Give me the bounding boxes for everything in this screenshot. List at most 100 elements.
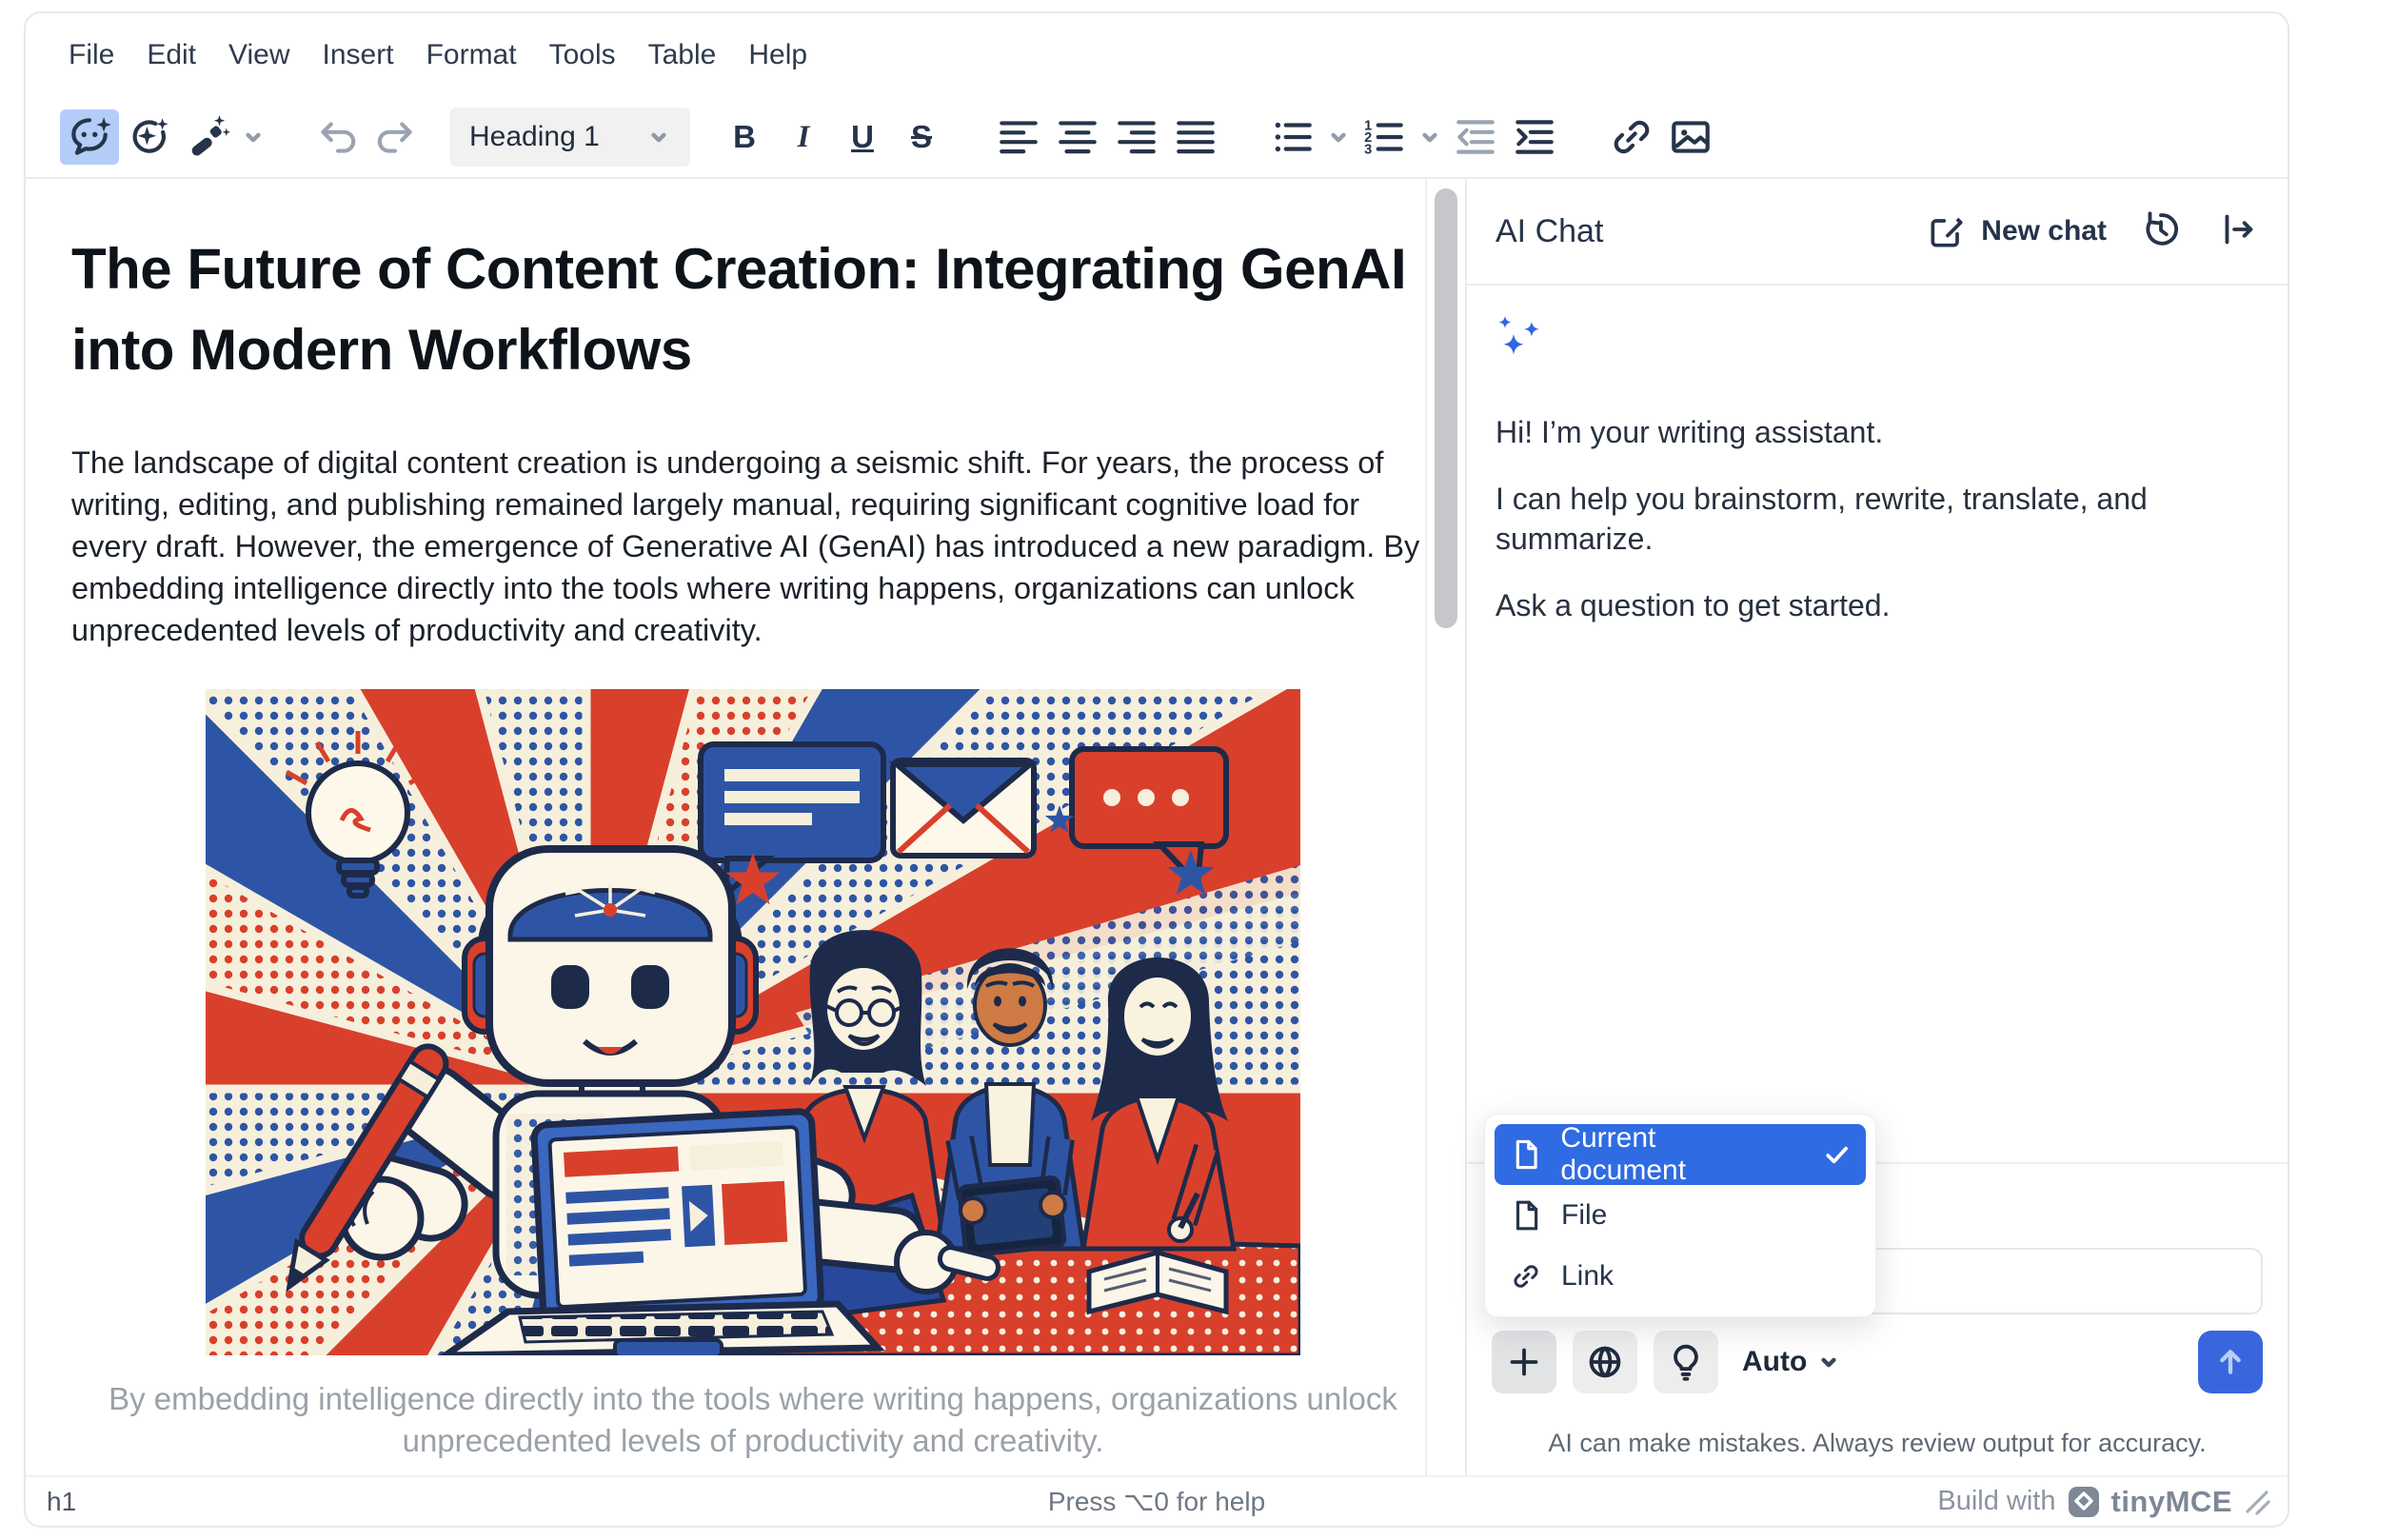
menu-file[interactable]: File [52,30,130,81]
menu-bar: File Edit View Insert Format Tools Table… [26,13,2288,97]
model-select[interactable]: Auto [1742,1346,1841,1378]
indent-button[interactable] [1505,109,1564,165]
bold-button[interactable]: B [715,109,774,165]
align-left-icon [995,113,1042,161]
ai-assistant-button[interactable] [60,109,119,165]
history-icon [2139,207,2183,251]
align-center-icon [1054,113,1101,161]
redo-button[interactable] [366,109,426,165]
block-format-select[interactable]: Heading 1 [450,108,690,167]
numbered-list-button[interactable]: 1 2 3 [1355,109,1414,165]
align-left-button[interactable] [989,109,1048,165]
menu-format[interactable]: Format [410,30,533,81]
menu-tools[interactable]: Tools [533,30,632,81]
context-dropdown-menu: Current document File [1484,1114,1876,1317]
bullet-list-button[interactable] [1263,109,1322,165]
underline-button[interactable]: U [833,109,892,165]
link-icon [1510,1260,1542,1293]
web-search-button[interactable] [1573,1331,1637,1393]
scrollbar-thumb[interactable] [1435,188,1457,628]
document-paragraph[interactable]: The landscape of digital content creatio… [71,442,1425,651]
chat-title: AI Chat [1496,213,1926,250]
menu-table[interactable]: Table [632,30,733,81]
toolbar: Heading 1 B I U S [26,97,2288,177]
align-center-button[interactable] [1048,109,1107,165]
branding[interactable]: Build with tinyMCE [1937,1485,2270,1519]
suggestions-button[interactable] [1654,1331,1718,1393]
bold-glyph: B [733,119,756,155]
indent-icon [1511,113,1558,161]
chat-message: I can help you brainstorm, rewrite, tran… [1496,479,2219,559]
magic-wand-icon [184,113,231,161]
resize-handle-icon[interactable] [2244,1489,2270,1515]
context-item-label: Current document [1560,1122,1784,1187]
chevron-down-icon [1816,1350,1841,1374]
bullet-list-icon [1269,113,1317,161]
image-caption[interactable]: By embedding intelligence directly into … [71,1378,1425,1462]
editor-window: File Edit View Insert Format Tools Table… [24,11,2289,1528]
editor-header: File Edit View Insert Format Tools Table… [26,13,2288,179]
context-item-current-document[interactable]: Current document [1495,1124,1866,1185]
chat-body: Hi! I’m your writing assistant. I can he… [1467,286,2288,654]
sparkles-icon [1496,314,1547,365]
ai-shortcuts-button[interactable] [119,109,178,165]
chat-history-button[interactable] [2139,207,2183,256]
ai-wand-button[interactable] [178,109,237,165]
numbered-list-icon: 1 2 3 [1360,113,1408,161]
editor-content[interactable]: The Future of Content Creation: Integrat… [26,179,1425,1475]
strikethrough-button[interactable]: S [892,109,951,165]
align-right-icon [1113,113,1160,161]
collapse-right-icon [2215,207,2259,251]
status-bar: h1 Press ⌥0 for help Build with tinyMCE [26,1475,2288,1526]
align-justify-button[interactable] [1166,109,1225,165]
send-arrow-icon [2209,1340,2252,1384]
tinymce-logo-icon [2068,1486,2100,1518]
strikethrough-glyph: S [911,119,932,155]
ai-wand-dropdown-chevron[interactable] [237,109,269,165]
add-context-button[interactable] [1492,1331,1556,1393]
undo-button[interactable] [307,109,366,165]
plus-icon [1502,1340,1546,1384]
new-chat-label: New chat [1981,215,2107,247]
italic-button[interactable]: I [774,109,833,165]
ai-assistant-icon [66,113,113,161]
menu-view[interactable]: View [212,30,306,81]
italic-glyph: I [798,120,810,155]
align-right-button[interactable] [1107,109,1166,165]
chevron-down-icon [241,125,266,149]
bullet-list-dropdown-chevron[interactable] [1322,109,1355,165]
outdent-button[interactable] [1446,109,1505,165]
compose-icon [1926,210,1968,252]
element-path[interactable]: h1 [47,1487,76,1517]
send-button[interactable] [2198,1331,2263,1393]
underline-glyph: U [851,119,874,155]
editor-scrollbar [1425,179,1465,1475]
chat-message: Ask a question to get started. [1496,585,2219,625]
document-figure[interactable]: By embedding intelligence directly into … [71,689,1425,1462]
align-justify-icon [1172,113,1219,161]
context-item-link[interactable]: Link [1495,1246,1866,1307]
document-icon [1510,1138,1541,1171]
context-item-label: File [1561,1199,1607,1232]
numbered-list-dropdown-chevron[interactable] [1414,109,1446,165]
link-icon [1608,113,1655,161]
menu-help[interactable]: Help [732,30,823,81]
image-icon [1667,113,1714,161]
chat-controls: Auto [1492,1330,2263,1394]
insert-image-button[interactable] [1661,109,1720,165]
ai-shortcuts-icon [125,113,172,161]
document-title[interactable]: The Future of Content Creation: Integrat… [71,228,1423,390]
chat-header: AI Chat New chat [1467,179,2288,286]
chat-message: Hi! I’m your writing assistant. [1496,412,2219,452]
main-area: The Future of Content Creation: Integrat… [26,179,2288,1475]
outdent-icon [1452,113,1499,161]
context-item-label: Link [1561,1260,1614,1293]
globe-icon [1583,1340,1627,1384]
context-item-file[interactable]: File [1495,1185,1866,1246]
document-image[interactable] [206,689,1300,1355]
menu-edit[interactable]: Edit [130,30,212,81]
new-chat-button[interactable]: New chat [1926,210,2107,252]
insert-link-button[interactable] [1602,109,1661,165]
menu-insert[interactable]: Insert [307,30,410,81]
sidebar-collapse-button[interactable] [2215,207,2259,256]
